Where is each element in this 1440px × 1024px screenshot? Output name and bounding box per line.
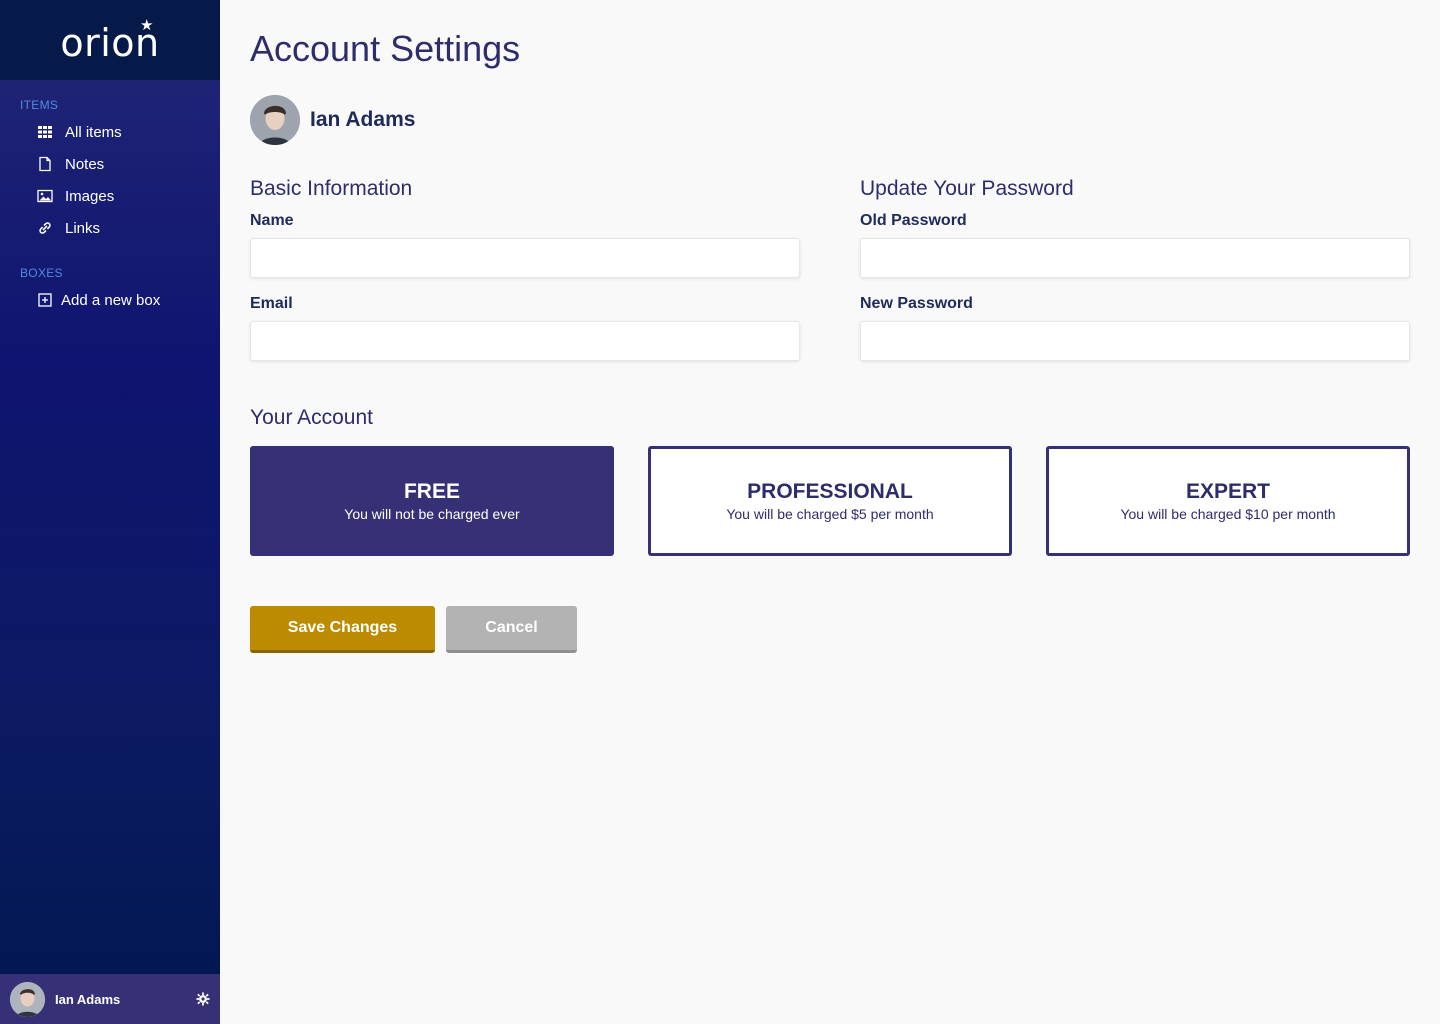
sidebar: orion ★ ITEMS All items Notes Images Lin… <box>0 0 220 1024</box>
plan-name: FREE <box>403 480 460 503</box>
sidebar-item-label: Add a new box <box>61 291 161 309</box>
sidebar-item-label: Notes <box>65 155 105 173</box>
profile-header: Ian Adams <box>250 95 415 145</box>
cancel-button[interactable]: Cancel <box>446 606 577 653</box>
new-password-label: New Password <box>860 295 973 312</box>
save-changes-button[interactable]: Save Changes <box>250 606 435 653</box>
plus-square-icon <box>37 292 53 308</box>
update-password-title: Update Your Password <box>860 177 1074 200</box>
plan-card-free[interactable]: FREE You will not be charged ever <box>250 446 614 556</box>
grid-icon <box>37 124 53 140</box>
gear-icon[interactable] <box>196 992 210 1006</box>
old-password-label: Old Password <box>860 212 967 229</box>
sidebar-item-notes[interactable]: Notes <box>37 154 104 174</box>
link-icon <box>37 220 53 236</box>
page-title: Account Settings <box>250 28 521 69</box>
email-label: Email <box>250 295 293 312</box>
sidebar-item-all-items[interactable]: All items <box>37 122 122 142</box>
plan-description: You will be charged $10 per month <box>1120 506 1336 522</box>
add-new-box-button[interactable]: Add a new box <box>37 290 160 310</box>
email-field[interactable] <box>250 321 800 361</box>
boxes-section-title: BOXES <box>20 266 63 280</box>
sidebar-item-label: Links <box>65 219 101 237</box>
new-password-field[interactable] <box>860 321 1410 361</box>
plan-name: EXPERT <box>1185 480 1271 503</box>
sidebar-item-images[interactable]: Images <box>37 186 114 206</box>
plan-name: PROFESSIONAL <box>747 480 913 503</box>
sidebar-user-bar: Ian Adams <box>0 974 220 1024</box>
sidebar-item-links[interactable]: Links <box>37 218 100 238</box>
star-icon: ★ <box>140 17 154 34</box>
avatar[interactable] <box>250 95 300 145</box>
sidebar-user-name: Ian Adams <box>55 991 121 1007</box>
logo-bar: orion ★ <box>0 0 220 80</box>
your-account-title: Your Account <box>250 406 373 429</box>
plan-card-professional[interactable]: PROFESSIONAL You will be charged $5 per … <box>648 446 1012 556</box>
document-icon <box>37 156 53 172</box>
plan-description: You will be charged $5 per month <box>726 506 934 522</box>
avatar[interactable] <box>10 981 45 1017</box>
image-icon <box>37 188 53 204</box>
basic-info-title: Basic Information <box>250 177 413 200</box>
items-section-title: ITEMS <box>20 98 59 112</box>
name-label: Name <box>250 212 294 229</box>
profile-name: Ian Adams <box>310 108 416 131</box>
name-field[interactable] <box>250 238 800 278</box>
sidebar-item-label: All items <box>65 123 122 141</box>
sidebar-item-label: Images <box>65 187 115 205</box>
plan-description: You will not be charged ever <box>344 506 520 522</box>
old-password-field[interactable] <box>860 238 1410 278</box>
plan-card-expert[interactable]: EXPERT You will be charged $10 per month <box>1046 446 1410 556</box>
